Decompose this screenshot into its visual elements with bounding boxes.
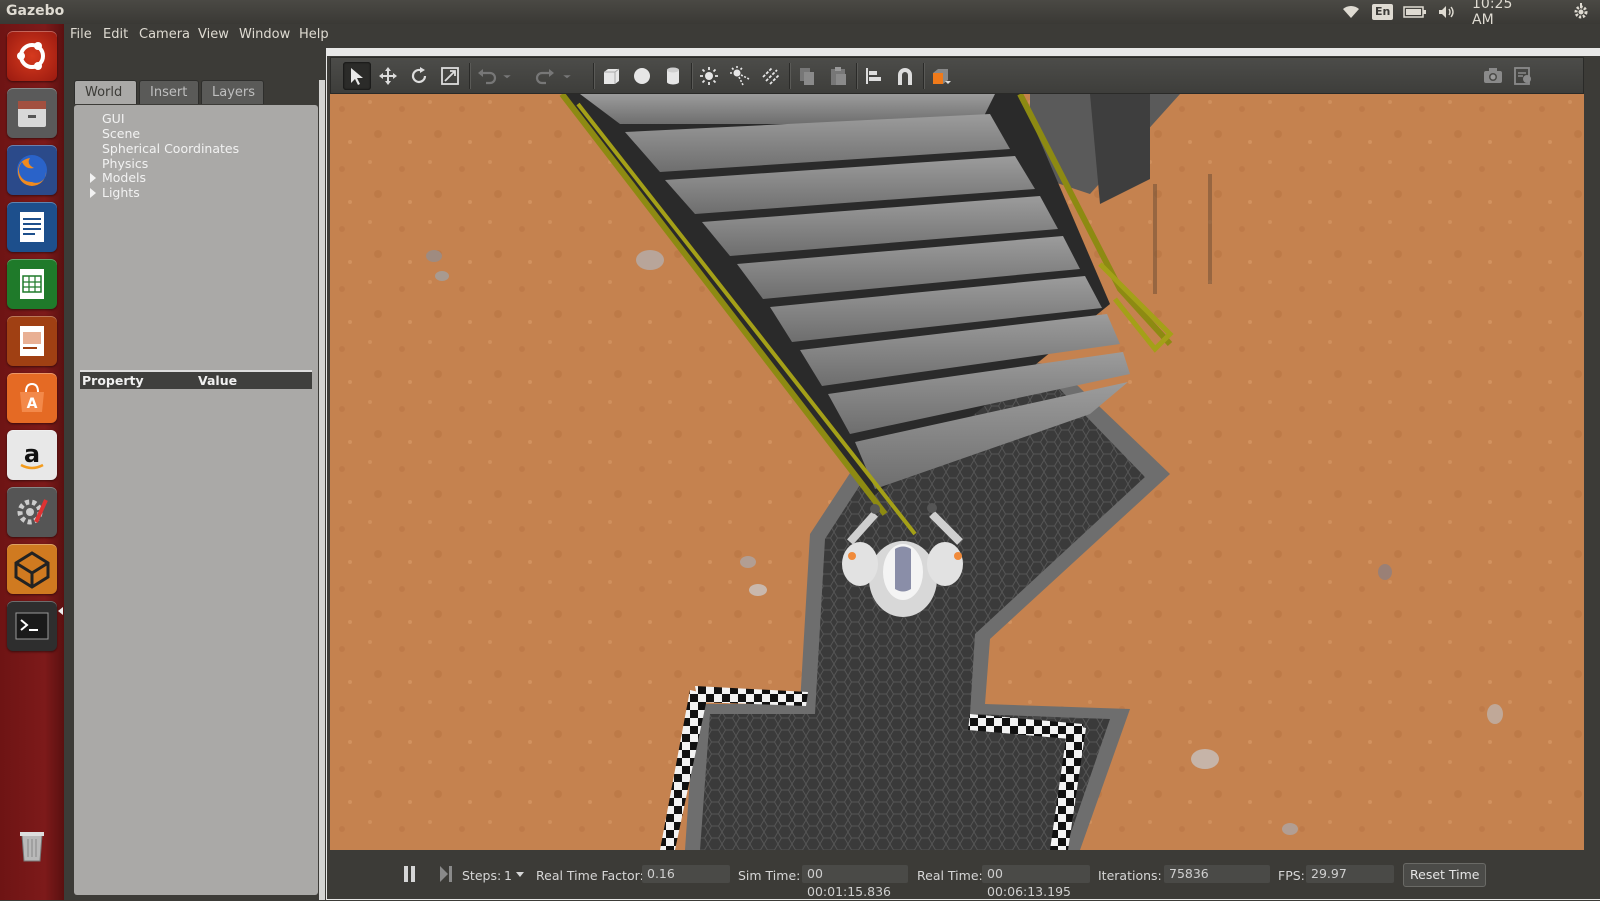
menu-view[interactable]: View — [198, 27, 229, 42]
settings-gear-icon[interactable] — [1570, 2, 1592, 22]
steps-label: Steps: — [462, 868, 502, 883]
box-shape-icon[interactable] — [597, 62, 625, 90]
scale-mode-icon[interactable] — [436, 62, 464, 90]
toolbar-separator — [923, 63, 925, 89]
tree-item-physics[interactable]: Physics — [102, 156, 148, 171]
iterations-label: Iterations: — [1098, 868, 1162, 883]
view-angle-icon[interactable] — [927, 62, 955, 90]
render-toolbar — [330, 57, 1584, 94]
toolbar-separator — [691, 63, 693, 89]
sphere-shape-icon[interactable] — [628, 62, 656, 90]
real-time-label: Real Time: — [917, 868, 983, 883]
battery-icon[interactable] — [1402, 2, 1428, 22]
scene-render[interactable] — [330, 94, 1584, 850]
3d-viewport[interactable] — [330, 94, 1584, 850]
toolbar-separator — [469, 63, 471, 89]
iterations-field: 75836 — [1164, 865, 1270, 883]
log-icon[interactable] — [1509, 62, 1537, 90]
window-right-edge — [1584, 56, 1600, 899]
top-panel: Gazebo En 10:25 AM — [0, 0, 1600, 28]
sim-time-label: Sim Time: — [738, 868, 801, 883]
menu-edit[interactable]: Edit — [103, 27, 128, 42]
tab-insert[interactable]: Insert — [139, 80, 199, 104]
tree-item-lights[interactable]: Lights — [102, 185, 140, 200]
menu-help[interactable]: Help — [299, 27, 329, 42]
translate-mode-icon[interactable] — [374, 62, 402, 90]
svg-text:a: a — [24, 440, 40, 468]
amazon-icon[interactable]: a — [7, 430, 57, 480]
steps-dropdown-icon[interactable] — [516, 872, 524, 877]
svg-text:A: A — [27, 396, 38, 412]
expand-models-icon[interactable] — [90, 173, 96, 183]
menu-file[interactable]: File — [70, 27, 92, 42]
paste-icon[interactable] — [824, 62, 852, 90]
spot-light-icon[interactable] — [726, 62, 754, 90]
tab-world[interactable]: World — [74, 80, 137, 104]
clock[interactable]: 10:25 AM — [1472, 0, 1536, 28]
pause-icon[interactable] — [402, 865, 418, 886]
firefox-icon[interactable] — [7, 145, 57, 195]
launcher: A a — [0, 24, 64, 900]
rotate-mode-icon[interactable] — [405, 62, 433, 90]
step-icon[interactable] — [438, 865, 454, 886]
menu-bar: File Edit Camera View Window Help — [64, 24, 1600, 48]
reset-time-button[interactable]: Reset Time — [1403, 863, 1487, 887]
gazebo-icon[interactable] — [7, 544, 57, 594]
property-table-header: Property Value — [80, 370, 312, 389]
sim-time-field: 00 00:01:15.836 — [802, 865, 908, 899]
steps-value[interactable]: 1 — [504, 868, 512, 883]
screenshot-icon[interactable] — [1479, 62, 1507, 90]
trash-icon[interactable] — [7, 820, 57, 870]
ubuntu-dash-icon[interactable] — [7, 31, 57, 81]
real-time-field: 00 00:06:13.195 — [982, 865, 1090, 899]
undo-history-icon[interactable] — [499, 62, 515, 90]
terminal-icon[interactable] — [7, 601, 57, 651]
app-title: Gazebo — [6, 3, 65, 19]
directional-light-icon[interactable] — [757, 62, 785, 90]
point-light-icon[interactable] — [695, 62, 723, 90]
copy-icon[interactable] — [793, 62, 821, 90]
cylinder-shape-icon[interactable] — [659, 62, 687, 90]
undo-icon[interactable] — [473, 62, 501, 90]
tree-item-gui[interactable]: GUI — [102, 111, 125, 126]
tree-item-models[interactable]: Models — [102, 170, 146, 185]
toolbar-separator — [856, 63, 858, 89]
gazebo-window: File Edit Camera View Window Help World … — [64, 24, 1600, 900]
tab-layers[interactable]: Layers — [201, 80, 264, 104]
tree-item-scene[interactable]: Scene — [102, 126, 140, 141]
wifi-icon[interactable] — [1340, 2, 1362, 22]
fps-field: 29.97 — [1306, 865, 1394, 883]
fps-label: FPS: — [1278, 868, 1305, 883]
volume-icon[interactable] — [1436, 2, 1458, 22]
rtf-label: Real Time Factor: — [536, 868, 644, 883]
snap-icon[interactable] — [891, 62, 919, 90]
redo-icon[interactable] — [531, 62, 559, 90]
system-settings-icon[interactable] — [7, 487, 57, 537]
keyboard-layout-indicator[interactable]: En — [1372, 4, 1394, 20]
calc-icon[interactable] — [7, 259, 57, 309]
impress-icon[interactable] — [7, 316, 57, 366]
panel-splitter[interactable] — [319, 80, 325, 900]
active-app-arrow — [58, 607, 63, 615]
align-icon[interactable] — [860, 62, 888, 90]
property-column-header: Property — [82, 373, 144, 388]
files-icon[interactable] — [7, 88, 57, 138]
toolbar-separator — [593, 63, 595, 89]
redo-history-icon[interactable] — [559, 62, 575, 90]
rtf-field: 0.16 — [642, 865, 730, 883]
writer-icon[interactable] — [7, 202, 57, 252]
software-center-icon[interactable]: A — [7, 373, 57, 423]
value-column-header: Value — [198, 373, 238, 388]
menu-window[interactable]: Window — [239, 27, 290, 42]
select-mode-icon[interactable] — [343, 62, 371, 90]
menu-camera[interactable]: Camera — [139, 27, 190, 42]
toolbar-separator — [789, 63, 791, 89]
tree-item-spherical-coordinates[interactable]: Spherical Coordinates — [102, 141, 239, 156]
time-panel: Steps: 1 Real Time Factor: 0.16 Sim Time… — [330, 850, 1584, 899]
world-tree-pane: GUI Scene Spherical Coordinates Physics … — [74, 105, 318, 895]
expand-lights-icon[interactable] — [90, 188, 96, 198]
